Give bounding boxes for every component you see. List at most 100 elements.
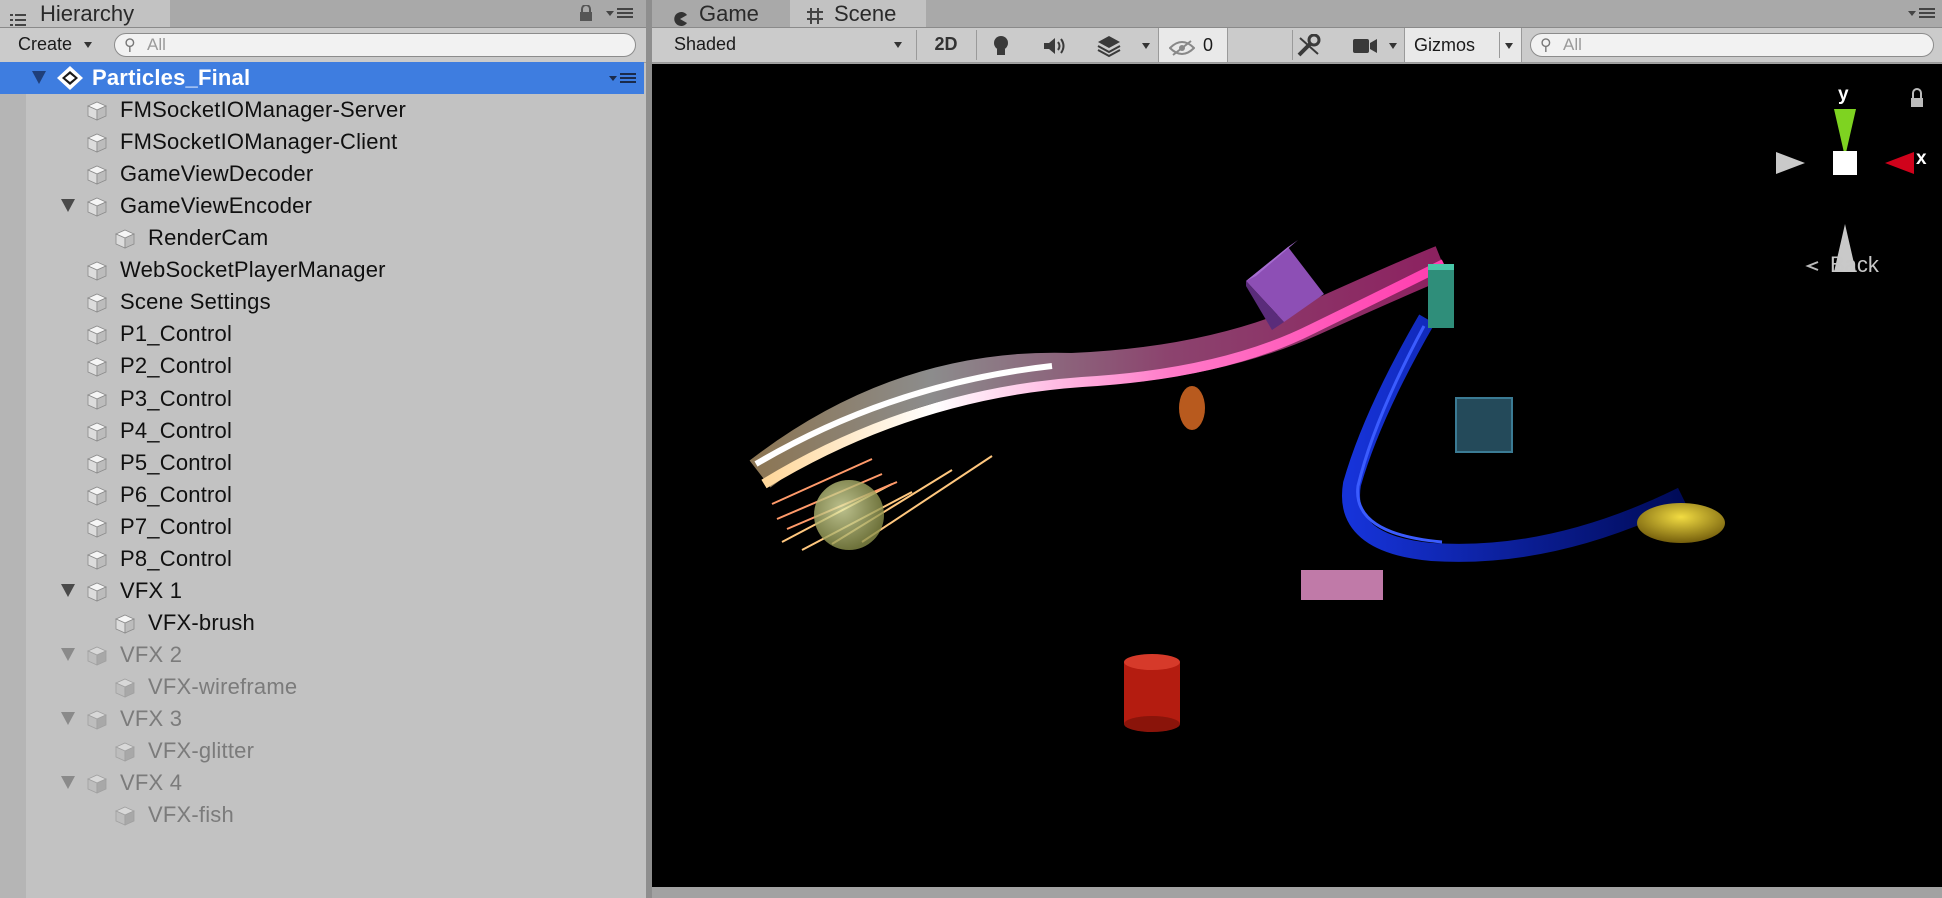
hierarchy-row-label: VFX-wireframe — [148, 674, 298, 699]
hierarchy-row[interactable]: VFX-wireframe — [0, 671, 644, 703]
scene-viewport[interactable]: y x Back — [652, 64, 1942, 887]
grid-icon — [806, 4, 824, 24]
hierarchy-row-label: P5_Control — [120, 450, 233, 475]
hierarchy-row-label: P2_Control — [120, 353, 233, 378]
expand-arrow-icon[interactable] — [61, 584, 75, 597]
gameobject-cube-icon — [86, 389, 108, 411]
gameobject-cube-icon — [86, 164, 108, 186]
teal-box — [1428, 264, 1454, 328]
hierarchy-row-label: P4_Control — [120, 418, 233, 443]
yellow-disc — [1637, 503, 1725, 543]
lightbulb-icon[interactable] — [992, 35, 1010, 57]
toolbar-divider — [1499, 32, 1500, 58]
scene-panel: Game Scene Shaded 2D 0 Gizmos ⚲ All y x … — [652, 0, 1942, 898]
gameobject-cube-icon — [114, 741, 136, 763]
expand-arrow-icon[interactable] — [61, 199, 75, 212]
tab-game-label: Game — [699, 1, 759, 26]
hierarchy-tree: Particles_Final FMSocketIOManager-Server… — [0, 62, 646, 898]
scene-menu-icon[interactable] — [609, 71, 637, 85]
tab-hierarchy[interactable]: Hierarchy — [0, 0, 170, 27]
hierarchy-row[interactable]: RenderCam — [0, 222, 644, 254]
hierarchy-row[interactable]: GameViewEncoder — [0, 190, 644, 222]
hidden-objects-toggle[interactable]: 0 — [1158, 28, 1228, 62]
hierarchy-row[interactable]: P4_Control — [0, 415, 644, 447]
chevron-down-icon — [894, 42, 902, 48]
hierarchy-row[interactable]: P5_Control — [0, 447, 644, 479]
hierarchy-row[interactable]: VFX-brush — [0, 607, 644, 639]
orientation-gizmo[interactable] — [1776, 109, 1914, 272]
hierarchy-row[interactable]: VFX-glitter — [0, 735, 644, 767]
gizmo-axis-x-label: x — [1916, 148, 1927, 169]
effects-dropdown-icon[interactable] — [1142, 43, 1150, 49]
viewport-lock-icon[interactable] — [1911, 88, 1923, 107]
red-cylinder — [1124, 654, 1180, 732]
toggle-2d-button[interactable]: 2D — [922, 31, 970, 58]
tab-game[interactable]: Game — [652, 0, 786, 27]
scene-tabstrip: Game Scene — [652, 0, 1942, 28]
toolbar-divider — [1292, 30, 1293, 60]
gameobject-cube-icon — [114, 228, 136, 250]
hierarchy-row-label: VFX 2 — [120, 642, 183, 667]
expand-arrow-icon[interactable] — [61, 776, 75, 789]
scene-render — [749, 88, 1923, 732]
hierarchy-row[interactable]: VFX 2 — [0, 639, 644, 671]
hierarchy-row[interactable]: FMSocketIOManager-Client — [0, 126, 644, 158]
hierarchy-row[interactable]: P2_Control — [0, 350, 644, 382]
hierarchy-row[interactable]: VFX 4 — [0, 767, 644, 799]
gameobject-cube-icon — [86, 709, 108, 731]
gizmos-label: Gizmos — [1414, 35, 1476, 55]
panel-menu-icon[interactable] — [1908, 6, 1936, 20]
hierarchy-row[interactable]: GameViewDecoder — [0, 158, 644, 190]
lock-icon[interactable] — [579, 4, 593, 21]
gameobject-cube-icon — [86, 517, 108, 539]
scene-toolbar: Shaded 2D 0 Gizmos ⚲ All — [652, 28, 1942, 63]
hierarchy-row-label: P1_Control — [120, 321, 233, 346]
hierarchy-row-label: Scene Settings — [120, 289, 271, 314]
hierarchy-row[interactable]: P3_Control — [0, 383, 644, 415]
hierarchy-toolbar: Create ⚲ All — [0, 28, 646, 63]
view-back-label[interactable]: Back — [1830, 252, 1879, 278]
hierarchy-row[interactable]: VFX 1 — [0, 575, 644, 607]
camera-icon[interactable] — [1352, 37, 1378, 55]
particle-trail-blue — [1342, 314, 1686, 562]
tab-scene[interactable]: Scene — [790, 0, 926, 27]
wrench-icon[interactable] — [1296, 33, 1322, 58]
gameobject-cube-icon — [86, 485, 108, 507]
create-button[interactable]: Create — [8, 31, 96, 58]
hierarchy-row-label: RenderCam — [148, 225, 269, 250]
unity-logo-icon — [56, 65, 84, 91]
hierarchy-search-input[interactable]: ⚲ All — [114, 33, 636, 57]
hierarchy-row-label: VFX-fish — [148, 802, 234, 827]
hierarchy-row[interactable]: P8_Control — [0, 543, 644, 575]
scene-root-row[interactable]: Particles_Final — [0, 62, 644, 94]
chevron-left-icon — [1805, 261, 1819, 271]
expand-arrow-icon[interactable] — [32, 71, 46, 84]
hierarchy-row-label: P3_Control — [120, 386, 233, 411]
speaker-icon[interactable] — [1042, 36, 1068, 56]
gameobject-cube-icon — [86, 453, 108, 475]
hierarchy-row[interactable]: Scene Settings — [0, 286, 644, 318]
panel-menu-icon[interactable] — [606, 6, 634, 20]
gameobject-cube-icon — [114, 677, 136, 699]
hierarchy-row[interactable]: FMSocketIOManager-Server — [0, 94, 644, 126]
gameobject-cube-icon — [86, 421, 108, 443]
expand-arrow-icon[interactable] — [61, 712, 75, 725]
hierarchy-row-label: VFX 4 — [120, 770, 183, 795]
hidden-count: 0 — [1203, 35, 1214, 55]
hierarchy-row-label: WebSocketPlayerManager — [120, 257, 386, 282]
hierarchy-search-placeholder: All — [147, 35, 166, 54]
layers-icon[interactable] — [1096, 34, 1122, 58]
scene-search-input[interactable]: ⚲ All — [1530, 33, 1934, 57]
expand-arrow-icon[interactable] — [61, 648, 75, 661]
hierarchy-row[interactable]: VFX 3 — [0, 703, 644, 735]
camera-dropdown-icon[interactable] — [1389, 43, 1397, 49]
hierarchy-row[interactable]: P1_Control — [0, 318, 644, 350]
hierarchy-row[interactable]: VFX-fish — [0, 799, 644, 831]
hierarchy-row[interactable]: P7_Control — [0, 511, 644, 543]
hierarchy-row-label: GameViewEncoder — [120, 193, 313, 218]
gizmos-dropdown[interactable]: Gizmos — [1404, 28, 1522, 62]
hierarchy-row[interactable]: P6_Control — [0, 479, 644, 511]
draw-mode-dropdown[interactable]: Shaded — [660, 31, 910, 58]
hierarchy-row[interactable]: WebSocketPlayerManager — [0, 254, 644, 286]
scene-search-placeholder: All — [1563, 35, 1582, 54]
